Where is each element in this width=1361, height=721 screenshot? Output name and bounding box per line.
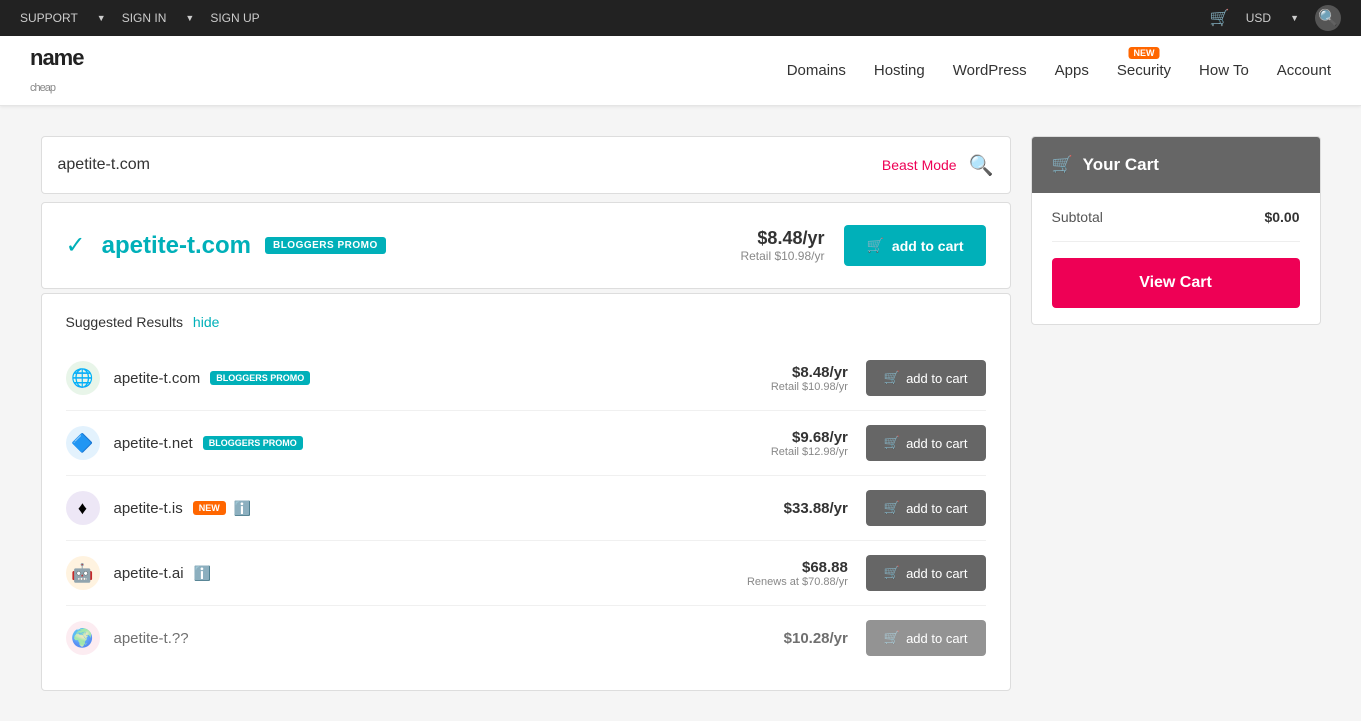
domain-name-other: apetite-t.?? [114,630,189,647]
tld-icon-net: 🔷 [66,426,100,460]
main-domain-price-section: $8.48/yr Retail $10.98/yr [740,228,824,263]
cart-icon-main: 🛒 [866,237,883,254]
main-domain-name: apetite-t.com [102,232,251,260]
domain-price-other: $10.28/yr [784,630,848,647]
cart-icon-com: 🛒 [884,370,900,386]
price-section-other: $10.28/yr [784,630,848,647]
signup-link[interactable]: SIGN UP [210,11,259,25]
dropdown-arrow-currency: ▼ [1290,13,1299,23]
add-to-cart-other[interactable]: 🛒 add to cart [866,620,986,656]
cart-sidebar: 🛒 Your Cart Subtotal $0.00 View Cart [1031,136,1321,691]
main-domain-result: ✓ apetite-t.com BLOGGERS PROMO $8.48/yr … [41,202,1011,289]
info-icon-ai[interactable]: ℹ️ [194,565,211,582]
nav-account[interactable]: Account [1277,57,1331,84]
tld-icon-com: 🌐 [66,361,100,395]
currency-selector[interactable]: USD [1246,11,1271,25]
domain-name-is: apetite-t.is [114,500,183,517]
cart-subtotal-label: Subtotal [1052,209,1103,225]
domain-name-com: apetite-t.com [114,370,201,387]
nav-security[interactable]: NEW Security [1117,57,1171,84]
add-to-cart-ai[interactable]: 🛒 add to cart [866,555,986,591]
security-new-badge: NEW [1128,47,1159,59]
cart-header-icon: 🛒 [1052,155,1073,175]
top-search-icon[interactable]: 🔍 [1315,5,1341,31]
table-row: 🌐 apetite-t.com BLOGGERS PROMO $8.48/yr … [66,346,986,411]
cart-icon-net: 🛒 [884,435,900,451]
tld-icon-other: 🌍 [66,621,100,655]
cart-body: Subtotal $0.00 View Cart [1032,193,1320,324]
domain-price-com: $8.48/yr [771,364,848,381]
add-to-cart-com[interactable]: 🛒 add to cart [866,360,986,396]
domain-price-ai: $68.88 [747,559,848,576]
cart-icon-is: 🛒 [884,500,900,516]
beast-mode-link[interactable]: Beast Mode [882,157,957,173]
cart-header-title: Your Cart [1083,155,1159,175]
domain-price-is: $33.88/yr [784,500,848,517]
nav-logo: namecheap [30,45,83,97]
top-bar-right: 🛒 USD ▼ 🔍 [1210,5,1341,31]
cart-box: 🛒 Your Cart Subtotal $0.00 View Cart [1031,136,1321,325]
domain-retail-net: Retail $12.98/yr [771,446,848,458]
cart-icon-ai: 🛒 [884,565,900,581]
logo-text: namecheap [30,45,83,97]
cart-subtotal-value: $0.00 [1264,209,1299,225]
suggested-section: Suggested Results hide 🌐 apetite-t.com B… [41,293,1011,691]
main-add-to-cart-button[interactable]: 🛒 add to cart [844,225,985,266]
table-row: ♦ apetite-t.is NEW ℹ️ $33.88/yr 🛒 add to… [66,476,986,541]
domain-name-net: apetite-t.net [114,435,193,452]
cart-icon-other: 🛒 [884,630,900,646]
view-cart-button[interactable]: View Cart [1052,258,1300,308]
nav-domains[interactable]: Domains [787,57,846,84]
nav-wordpress[interactable]: WordPress [953,57,1027,84]
new-badge-is: NEW [193,501,226,515]
support-link[interactable]: SUPPORT [20,11,78,25]
main-content: Beast Mode 🔍 ✓ apetite-t.com BLOGGERS PR… [11,106,1351,721]
tld-icon-ai: 🤖 [66,556,100,590]
price-section-net: $9.68/yr Retail $12.98/yr [771,429,848,458]
table-row: 🔷 apetite-t.net BLOGGERS PROMO $9.68/yr … [66,411,986,476]
search-button[interactable]: 🔍 [969,153,994,178]
cart-subtotal: Subtotal $0.00 [1052,209,1300,242]
main-promo-badge: BLOGGERS PROMO [265,237,386,254]
domain-retail-com: Retail $10.98/yr [771,381,848,393]
domain-retail-ai: Renews at $70.88/yr [747,576,848,588]
dropdown-arrow-signin: ▼ [185,13,194,23]
promo-badge-net: BLOGGERS PROMO [203,436,303,450]
suggested-header: Suggested Results hide [66,314,986,330]
domain-name-ai: apetite-t.ai [114,565,184,582]
promo-badge-com: BLOGGERS PROMO [210,371,310,385]
nav-apps[interactable]: Apps [1055,57,1089,84]
price-section-ai: $68.88 Renews at $70.88/yr [747,559,848,588]
price-section-is: $33.88/yr [784,500,848,517]
main-domain-retail: Retail $10.98/yr [740,249,824,263]
add-to-cart-net[interactable]: 🛒 add to cart [866,425,986,461]
check-icon: ✓ [66,231,86,260]
info-icon-is[interactable]: ℹ️ [234,500,251,517]
search-bar: Beast Mode 🔍 [41,136,1011,194]
search-section: Beast Mode 🔍 ✓ apetite-t.com BLOGGERS PR… [41,136,1011,691]
add-to-cart-is[interactable]: 🛒 add to cart [866,490,986,526]
cart-icon-top[interactable]: 🛒 [1210,8,1230,28]
cart-header: 🛒 Your Cart [1032,137,1320,193]
nav-links: Domains Hosting WordPress Apps NEW Secur… [787,57,1331,84]
main-domain-price: $8.48/yr [740,228,824,249]
signin-link[interactable]: SIGN IN [122,11,167,25]
nav-bar: namecheap Domains Hosting WordPress Apps… [0,36,1361,106]
top-bar: SUPPORT ▼ SIGN IN ▼ SIGN UP 🛒 USD ▼ 🔍 [0,0,1361,36]
nav-howto[interactable]: How To [1199,57,1249,84]
domain-price-net: $9.68/yr [771,429,848,446]
nav-hosting[interactable]: Hosting [874,57,925,84]
hide-link[interactable]: hide [193,314,219,330]
dropdown-arrow-support: ▼ [97,13,106,23]
table-row: 🤖 apetite-t.ai ℹ️ $68.88 Renews at $70.8… [66,541,986,606]
tld-icon-is: ♦ [66,491,100,525]
top-bar-left: SUPPORT ▼ SIGN IN ▼ SIGN UP [20,11,260,25]
table-row: 🌍 apetite-t.?? $10.28/yr 🛒 add to cart [66,606,986,670]
search-input[interactable] [58,156,882,174]
price-section-com: $8.48/yr Retail $10.98/yr [771,364,848,393]
